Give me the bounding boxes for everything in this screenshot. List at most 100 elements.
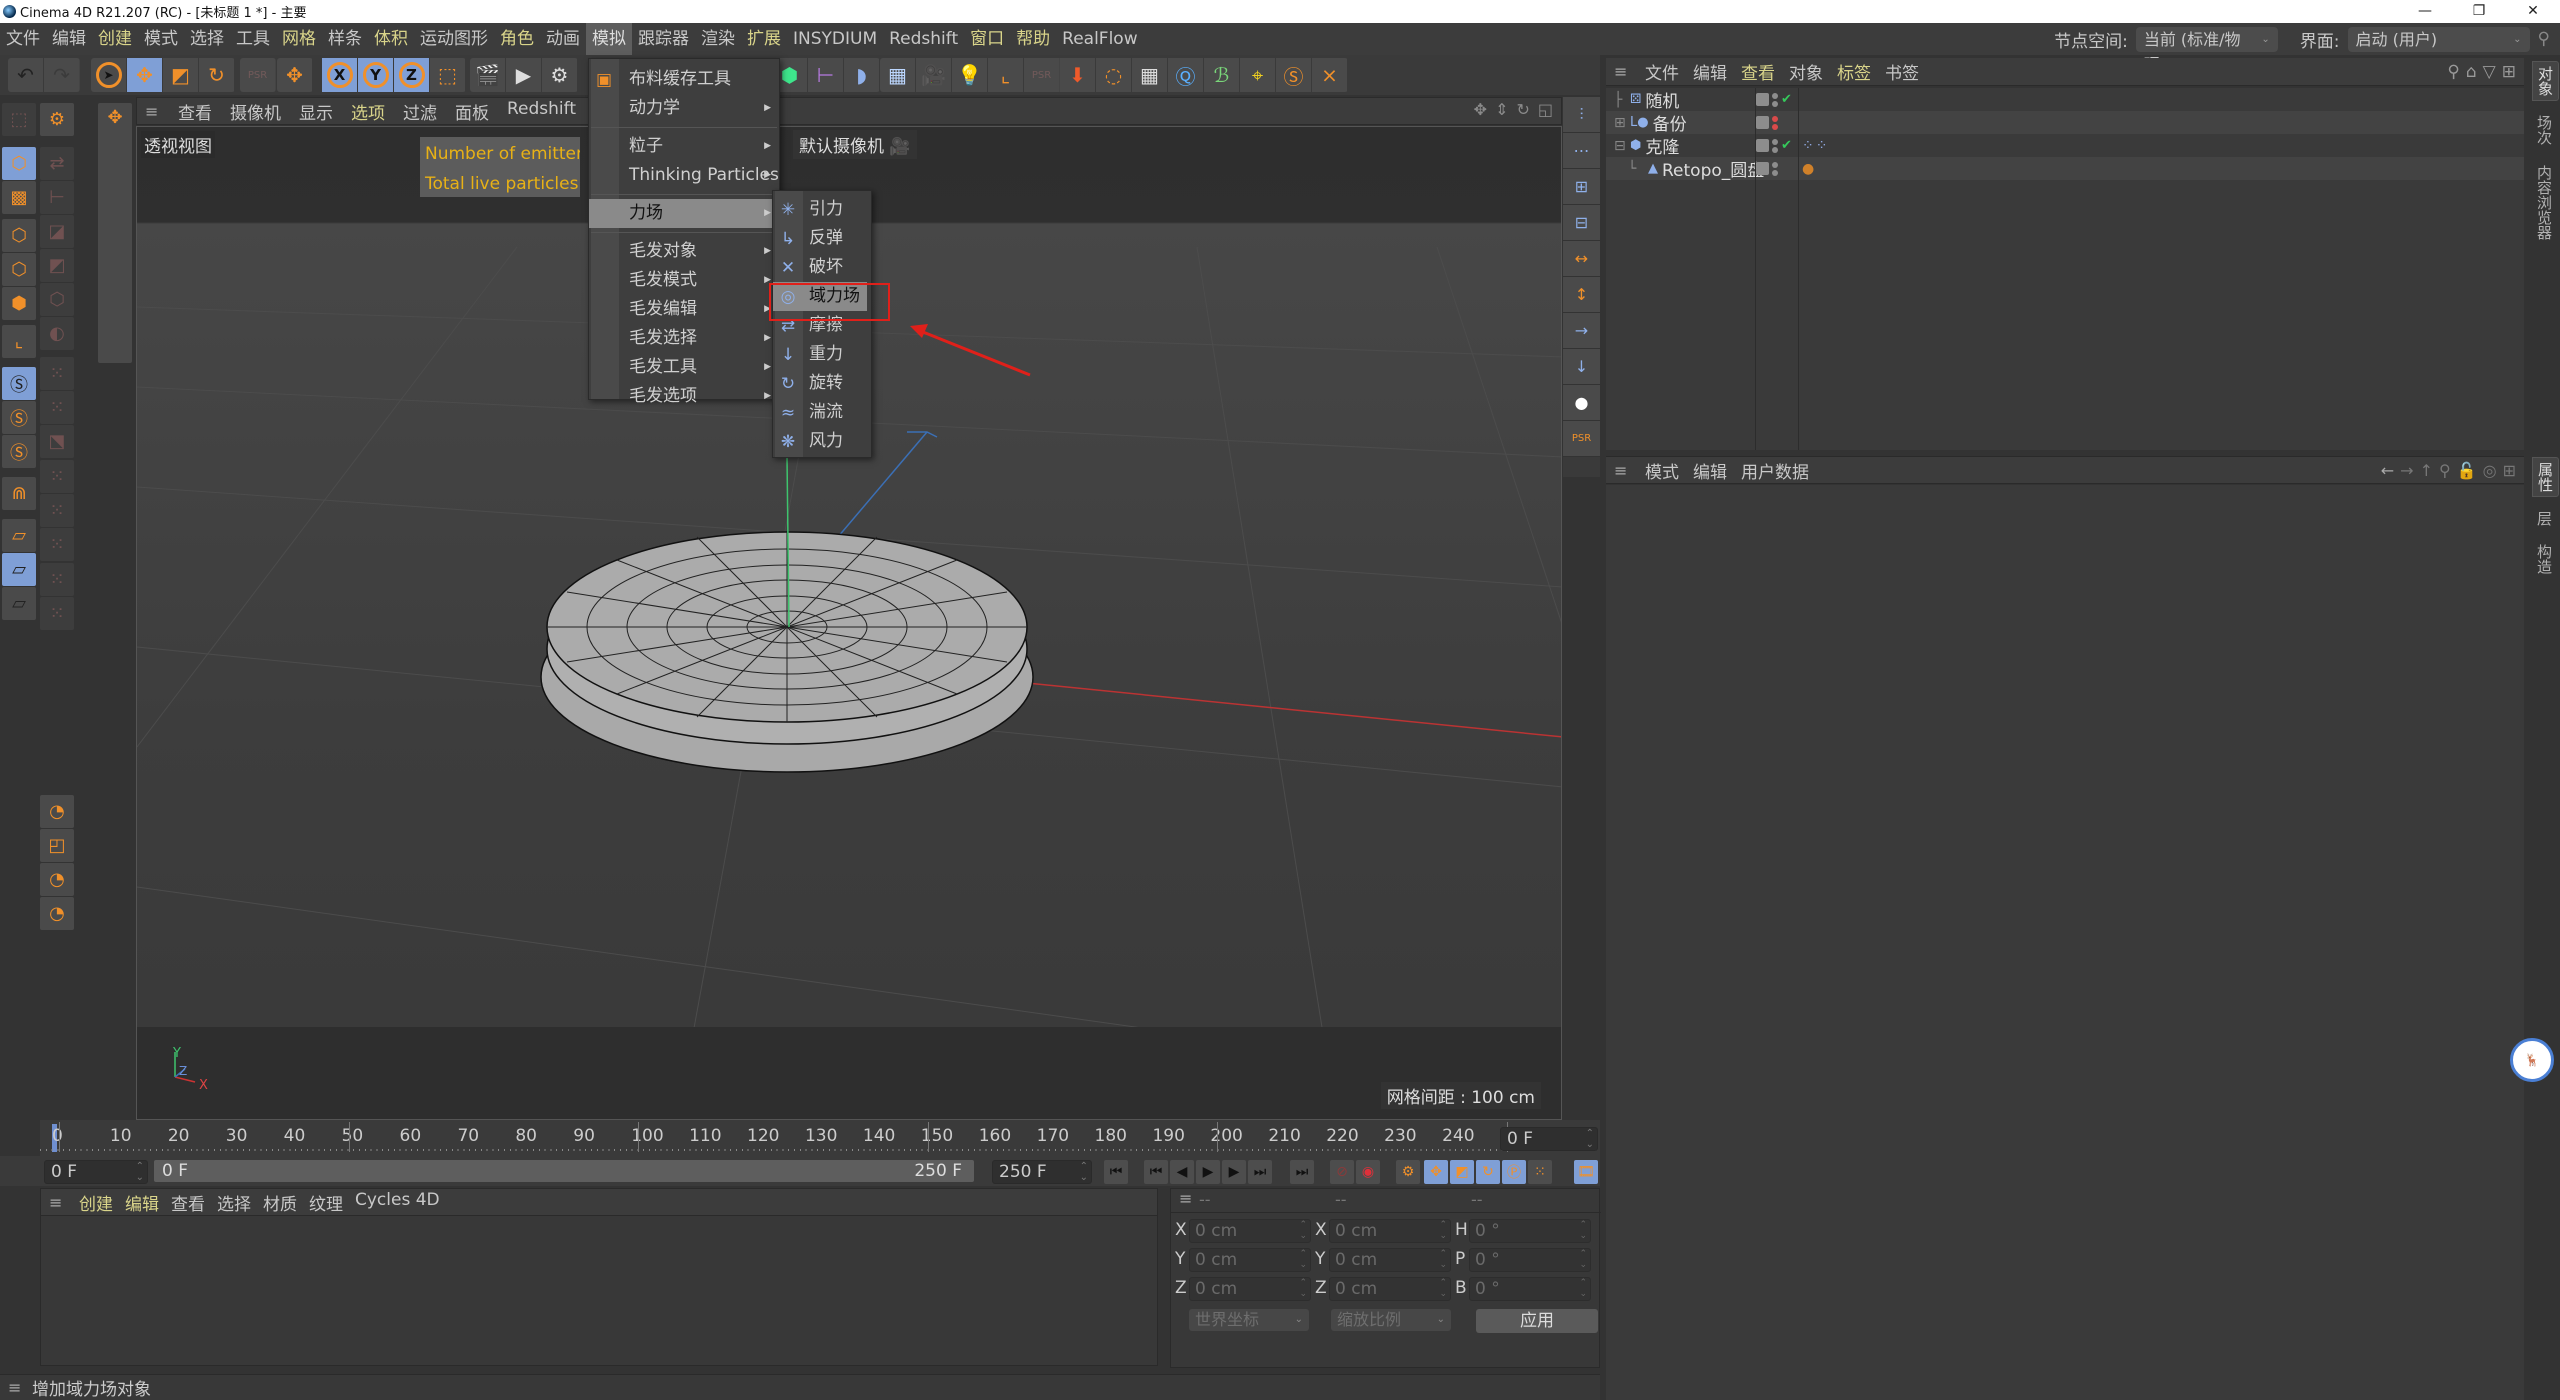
target-icon[interactable]: ◎ [2483, 461, 2497, 480]
quantize-button[interactable]: Ⓢ [2, 435, 36, 468]
back-arrow-icon[interactable]: ← [2381, 461, 2394, 480]
object-manager-menu-item[interactable]: 编辑 [1686, 59, 1734, 84]
floor-button[interactable]: ▦ [880, 58, 916, 92]
hide-tool-2[interactable]: ⁙ [40, 597, 74, 630]
qr-plugin-button[interactable]: Ⓠ [1168, 58, 1204, 92]
menu-item[interactable]: 工具 [230, 23, 276, 55]
material-manager-menu-icon[interactable]: ≡ [49, 1193, 69, 1212]
point-tool-2[interactable]: ⁙ [40, 391, 74, 424]
menu-item[interactable]: Redshift [883, 23, 964, 55]
y-axis-lock-button[interactable]: Y [358, 58, 394, 92]
go-to-start-button[interactable]: ⏮ [1104, 1160, 1128, 1184]
enabled-check-icon[interactable]: ✔ [1781, 138, 1792, 153]
target-button[interactable]: ⌖ [1240, 58, 1276, 92]
tool-settings-button[interactable]: ⚙ [40, 103, 74, 136]
zoom-view-icon[interactable]: ⇕ [1495, 100, 1508, 119]
spinner-icon[interactable]: ⌃ ⌄ [1299, 1249, 1307, 1271]
spinner-icon[interactable]: ⌃ ⌄ [1299, 1278, 1307, 1300]
menu-item[interactable]: 扩展 [741, 23, 787, 55]
material-menu-item[interactable]: 纹理 [303, 1190, 349, 1215]
go-to-end-button[interactable]: ⏭ [1290, 1160, 1314, 1184]
arrange-row-button[interactable]: → [1563, 313, 1600, 349]
s-plugin-button[interactable]: Ⓢ [1276, 58, 1312, 92]
editable-toggle[interactable] [1756, 162, 1769, 175]
simulate-menu-item[interactable]: 毛发编辑 ▶ [589, 295, 779, 324]
forces-menu-item[interactable]: ≈ 湍流 [773, 398, 871, 427]
new-window-icon[interactable]: ⊞ [2503, 461, 2516, 480]
generators-button[interactable]: ⊢ [808, 58, 844, 92]
spinner-icon[interactable]: ⌃ ⌄ [1080, 1161, 1088, 1183]
point-tool-3[interactable]: ⬔ [40, 425, 74, 458]
tree-connector-icon[interactable]: ⊟ [1614, 138, 1626, 154]
editable-toggle[interactable] [1756, 116, 1769, 129]
spline-tool-4[interactable]: ◔ [40, 897, 74, 930]
search-icon[interactable]: ⚲ [2447, 62, 2459, 82]
menu-item[interactable]: 渲染 [695, 23, 741, 55]
scale-x-field[interactable]: 0 cm ⌃ ⌄ [1329, 1219, 1451, 1243]
minimize-button[interactable]: — [2398, 0, 2452, 23]
menu-item[interactable]: 跟踪器 [632, 23, 695, 55]
visibility-dot[interactable] [1772, 100, 1778, 107]
scale-tool-button[interactable]: ◩ [163, 58, 199, 92]
visibility-dot[interactable] [1772, 92, 1778, 99]
viewport-menu-item[interactable]: 过滤 [394, 99, 446, 124]
visibility-dot[interactable] [1772, 169, 1778, 176]
spinner-icon[interactable]: ⌃ ⌄ [1439, 1249, 1447, 1271]
menu-item[interactable]: 动画 [540, 23, 586, 55]
search-icon[interactable]: ⚲ [2538, 29, 2550, 49]
snap-settings-button[interactable]: Ⓢ [2, 401, 36, 434]
home-icon[interactable]: ⌂ [2466, 62, 2477, 82]
spinner-icon[interactable]: ⌃ ⌄ [1579, 1220, 1587, 1242]
mesh-tool-2[interactable]: ⊢ [40, 181, 74, 214]
forces-menu-item[interactable]: ❋ 风力 [773, 427, 871, 456]
menu-item[interactable]: INSYDIUM [787, 23, 883, 55]
key-point-level-button[interactable]: ⁙ [1528, 1160, 1552, 1184]
z-axis-lock-button[interactable]: Z [394, 58, 430, 92]
add-sphere-button[interactable]: ● [1563, 385, 1600, 421]
add-point-button[interactable]: ⊞ [1563, 169, 1600, 205]
record-keys-button[interactable]: ⊘ [1330, 1160, 1354, 1184]
menu-item[interactable]: 选择 [184, 23, 230, 55]
viewport-menu-item[interactable]: 查看 [169, 99, 221, 124]
attributes-menu-item[interactable]: 模式 [1638, 458, 1686, 483]
keyframe-selection-button[interactable]: ⚙ [1396, 1160, 1420, 1184]
arrange-column-button[interactable]: ↓ [1563, 349, 1600, 385]
render-picture-viewer-button[interactable]: ▶ [506, 58, 542, 92]
undo-button[interactable]: ↶ [8, 58, 44, 92]
material-menu-item[interactable]: Cycles 4D [349, 1190, 446, 1215]
simulate-menu-item[interactable]: 毛发模式 ▶ [589, 266, 779, 295]
layout-dropdown[interactable]: 启动 (用户) ⌄ [2347, 26, 2530, 52]
workplane-align-button[interactable]: ▱ [2, 587, 36, 620]
make-editable-button[interactable]: ⬚ [2, 103, 36, 136]
menu-item[interactable]: 运动图形 [414, 23, 494, 55]
edges-mode-button[interactable]: ⬡ [2, 253, 36, 286]
psr-link-button[interactable]: PSR [1563, 421, 1600, 457]
viewport-menu-icon[interactable]: ≡ [145, 102, 165, 121]
scale-z-field[interactable]: 0 cm ⌃ ⌄ [1329, 1277, 1451, 1301]
dock-tab[interactable]: 对象 [2532, 61, 2559, 101]
object-manager-menu-item[interactable]: 书签 [1878, 59, 1926, 84]
visibility-dot[interactable] [1772, 123, 1778, 130]
distribute-horizontal-button[interactable]: ↔ [1563, 241, 1600, 277]
visibility-dot[interactable] [1772, 146, 1778, 153]
assistant-badge-icon[interactable]: 🦌 [2510, 1038, 2554, 1082]
menu-item[interactable]: 体积 [368, 23, 414, 55]
simulate-menu-item[interactable]: Thinking Particles ▶ [589, 161, 779, 190]
object-row[interactable]: ⊞ L● 备份 [1606, 111, 2524, 135]
attributes-menu-item[interactable]: 编辑 [1686, 458, 1734, 483]
mesh-tool-6[interactable]: ◐ [40, 317, 74, 350]
plugin-button[interactable]: ℬ [1204, 58, 1240, 92]
forces-menu-item[interactable]: ↳ 反弹 [773, 224, 871, 253]
scale-mode-dropdown[interactable]: 缩放比例 ⌄ [1331, 1309, 1451, 1331]
material-tag-icon[interactable]: ⁘ [1802, 138, 1814, 154]
auto-keying-button[interactable]: ◉ [1356, 1160, 1380, 1184]
point-tool-6[interactable]: ⁙ [40, 528, 74, 561]
maximize-view-icon[interactable]: ◱ [1538, 100, 1553, 119]
spline-tool-2[interactable]: ◰ [40, 829, 74, 862]
recent-tools-column[interactable]: ✥ [98, 103, 132, 363]
remove-point-button[interactable]: ⊟ [1563, 205, 1600, 241]
close-button[interactable]: ✕ [2506, 0, 2560, 23]
phong-tag-icon[interactable]: ● [1802, 161, 1814, 177]
spinner-icon[interactable]: ⌃ ⌄ [1439, 1278, 1447, 1300]
status-menu-icon[interactable]: ≡ [8, 1378, 28, 1397]
